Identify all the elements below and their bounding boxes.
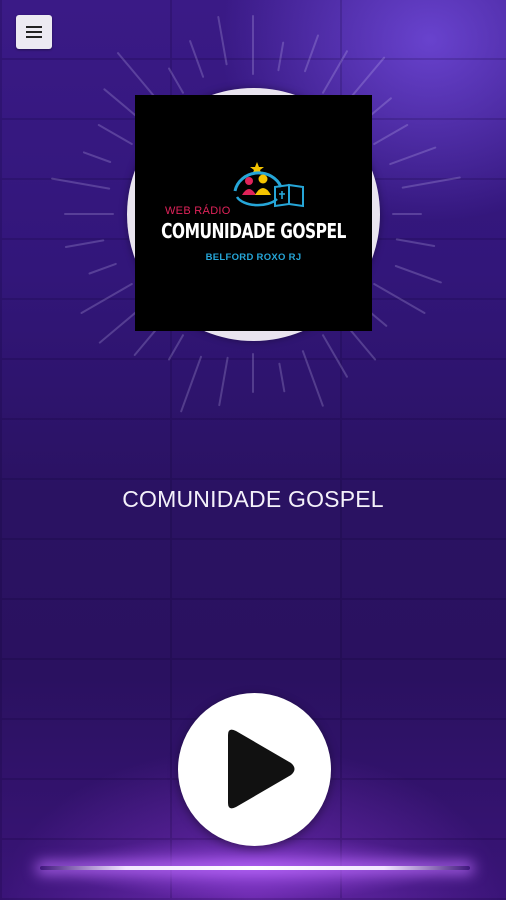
sunburst-ray (217, 16, 228, 66)
sunburst-ray (277, 41, 285, 72)
sunburst-ray (168, 67, 184, 94)
sunburst-ray (368, 97, 392, 118)
sunburst-ray (168, 334, 184, 361)
sunburst-ray (64, 239, 105, 248)
sunburst-ray (373, 283, 426, 314)
sunburst-ray (301, 350, 324, 407)
sunburst-ray (278, 362, 286, 393)
station-name: COMUNIDADE GOSPEL (122, 486, 384, 512)
sunburst-ray (218, 356, 229, 407)
sunburst-ray (180, 355, 202, 413)
sunburst-ray (80, 283, 133, 314)
play-icon (228, 729, 295, 809)
person-pink-icon (245, 177, 253, 185)
bottom-glow-line (40, 866, 470, 870)
sunburst-ray (98, 310, 138, 344)
sunburst-ray (189, 40, 205, 78)
sunburst-ray (322, 334, 348, 378)
sunburst-ray (401, 176, 461, 189)
sunburst-ray (117, 52, 157, 99)
sunburst-ray (389, 146, 437, 166)
sunburst-ray (394, 265, 442, 284)
logo-subtitle: BELFORD ROXO RJ (205, 252, 302, 263)
sunburst-ray (395, 238, 436, 247)
sunburst-ray (82, 151, 112, 163)
menu-button[interactable] (16, 15, 52, 49)
sunburst-ray (88, 262, 117, 275)
station-logo: WEB RÁDIO COMUNIDADE GOSPEL BELFORD ROXO… (135, 95, 372, 331)
logo-web-label: WEB RÁDIO (165, 205, 231, 217)
sunburst-ray (373, 124, 409, 145)
book-icon (274, 183, 304, 208)
sunburst-ray (51, 177, 111, 190)
person-yellow-icon (258, 174, 268, 184)
logo-title: COMUNIDADE GOSPEL (161, 219, 346, 243)
hamburger-menu-icon (26, 26, 42, 38)
sunburst-ray (349, 329, 377, 361)
sunburst-ray (304, 34, 319, 73)
play-button[interactable] (178, 693, 331, 846)
sunburst-ray (97, 124, 133, 145)
sunburst-ray (322, 50, 348, 94)
